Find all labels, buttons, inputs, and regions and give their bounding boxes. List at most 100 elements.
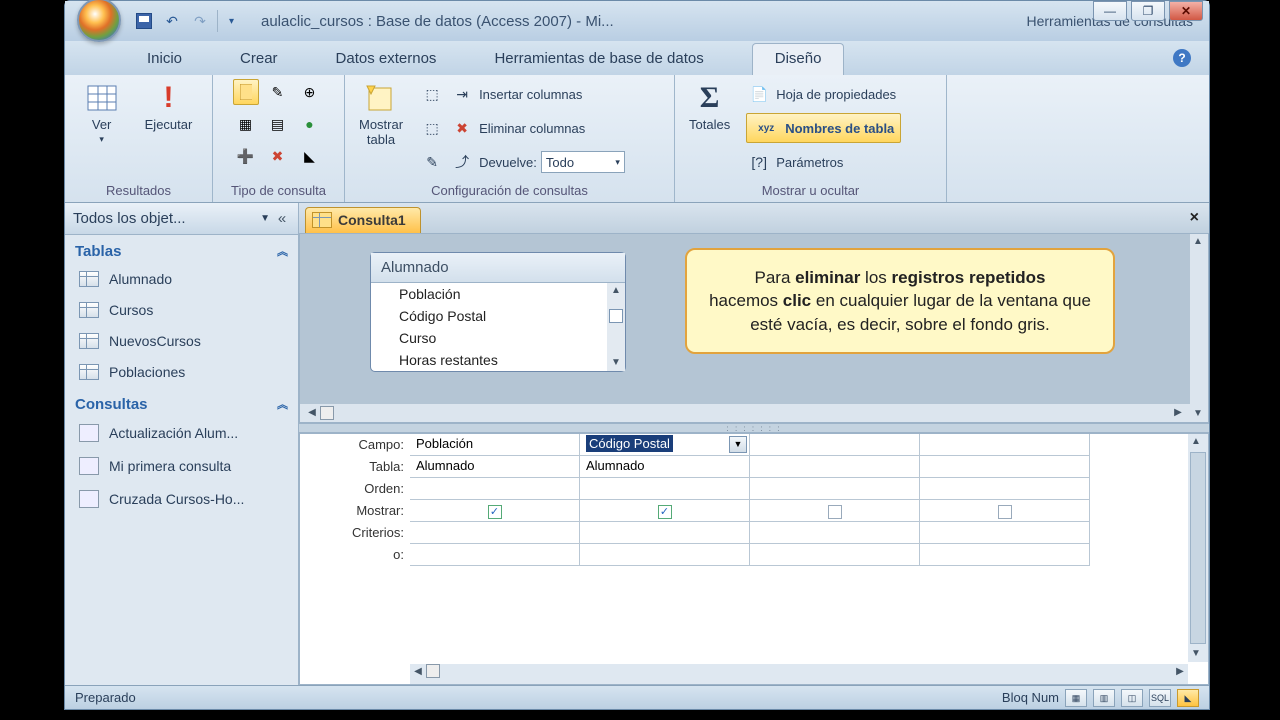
update-icon[interactable]: ▦ <box>233 111 259 137</box>
field-item[interactable]: Horas restantes <box>371 349 625 371</box>
parameters-button[interactable]: [?] Parámetros <box>746 147 901 177</box>
show-checkbox[interactable]: ✓ <box>658 505 672 519</box>
scroll-left-icon[interactable]: ◀ <box>304 405 320 421</box>
grid-cell[interactable] <box>750 544 920 566</box>
nav-table-item[interactable]: Poblaciones <box>65 357 298 388</box>
grid-cell[interactable] <box>750 522 920 544</box>
grid-cell[interactable]: ✓ <box>410 500 580 522</box>
return-select[interactable]: Todo ▾ <box>541 151 625 173</box>
show-checkbox[interactable] <box>828 505 842 519</box>
grid-cell[interactable]: Alumnado <box>580 456 750 478</box>
query-grid[interactable]: Campo: Tabla: Orden: Mostrar: Criterios:… <box>299 433 1209 685</box>
delete-query-icon[interactable]: ✖ <box>265 143 291 169</box>
nav-sec-queries[interactable]: Consultas ︽ <box>65 388 298 417</box>
close-button[interactable]: ✕ <box>1169 1 1203 21</box>
append-icon[interactable]: ⊕ <box>297 79 323 105</box>
scroll-down-icon[interactable]: ▼ <box>1188 646 1204 662</box>
hscroll-thumb[interactable] <box>320 406 334 420</box>
grid-cell[interactable] <box>920 478 1090 500</box>
passthrough-icon[interactable]: ● <box>297 111 323 137</box>
field-item[interactable]: Población <box>371 283 625 305</box>
delete-col-icon[interactable]: ✖ <box>449 115 475 141</box>
ddl-icon[interactable]: ◣ <box>297 143 323 169</box>
grid-vscroll[interactable]: ▲ ▼ <box>1188 434 1208 662</box>
scroll-down-icon[interactable]: ▼ <box>608 355 624 371</box>
delete-cols-label[interactable]: Eliminar columnas <box>479 121 585 136</box>
query-design-upper[interactable]: Alumnado PoblaciónCódigo PostalCursoHora… <box>299 233 1209 423</box>
grid-cell[interactable] <box>750 434 920 456</box>
make-table-icon[interactable]: ✎ <box>265 79 291 105</box>
property-sheet-button[interactable]: 📄 Hoja de propiedades <box>746 79 901 109</box>
qat-more-icon[interactable]: ▾ <box>217 10 239 32</box>
grid-cell[interactable]: ✓ <box>580 500 750 522</box>
grid-cell[interactable] <box>920 500 1090 522</box>
crosstab-icon[interactable]: ▤ <box>265 111 291 137</box>
scroll-right-icon[interactable]: ▶ <box>1172 664 1188 680</box>
tab-external-data[interactable]: Datos externos <box>326 44 447 75</box>
table-names-button[interactable]: xyz Nombres de tabla <box>746 113 901 143</box>
union-icon[interactable]: ➕ <box>233 143 259 169</box>
grid-cell[interactable]: Alumnado <box>410 456 580 478</box>
field-item[interactable]: Código Postal <box>371 305 625 327</box>
tab-db-tools[interactable]: Herramientas de base de datos <box>484 44 713 75</box>
show-checkbox[interactable] <box>998 505 1012 519</box>
redo-icon[interactable]: ↷ <box>189 10 211 32</box>
totals-button[interactable]: Σ Totales <box>683 79 736 134</box>
grid-cell[interactable] <box>580 544 750 566</box>
view-design-icon[interactable]: ◣ <box>1177 689 1199 707</box>
grid-cell[interactable] <box>410 522 580 544</box>
nav-table-item[interactable]: Cursos <box>65 295 298 326</box>
insert-row-icon[interactable]: ⬚ <box>419 81 445 107</box>
view-button[interactable]: Ver ▾ <box>79 79 125 147</box>
nav-query-item[interactable]: Actualización Alum... <box>65 417 298 450</box>
close-doc-icon[interactable]: × <box>1190 209 1199 227</box>
grid-cell[interactable] <box>580 478 750 500</box>
grid-hscroll[interactable]: ◀ ▶ <box>410 664 1188 684</box>
grid-cell[interactable]: Población <box>410 434 580 456</box>
view-datasheet-icon[interactable]: ▦ <box>1065 689 1087 707</box>
scroll-down-icon[interactable]: ▼ <box>1190 406 1206 422</box>
maximize-button[interactable]: ❐ <box>1131 1 1165 21</box>
grid-cell[interactable] <box>750 478 920 500</box>
scroll-up-icon[interactable]: ▲ <box>608 283 624 299</box>
nav-sec-tables[interactable]: Tablas ︽ <box>65 235 298 264</box>
field-item[interactable]: Curso <box>371 327 625 349</box>
insert-cols-label[interactable]: Insertar columnas <box>479 87 582 102</box>
upper-hscroll[interactable]: ◀ ▶ <box>300 404 1190 422</box>
grid-cell[interactable] <box>410 478 580 500</box>
scroll-thumb[interactable] <box>1190 452 1206 644</box>
collapse-pane-icon[interactable]: « <box>274 210 290 227</box>
view-pivot-icon[interactable]: ▥ <box>1093 689 1115 707</box>
builder-icon[interactable]: ✎ <box>419 149 445 175</box>
run-button[interactable]: ! Ejecutar <box>139 79 199 134</box>
office-button[interactable] <box>77 0 121 42</box>
show-checkbox[interactable]: ✓ <box>488 505 502 519</box>
nav-table-item[interactable]: Alumnado <box>65 264 298 295</box>
view-sql-button[interactable]: SQL <box>1149 689 1171 707</box>
tab-home[interactable]: Inicio <box>137 44 192 75</box>
nav-query-item[interactable]: Mi primera consulta <box>65 450 298 483</box>
nav-header[interactable]: Todos los objet... ▼ « <box>65 203 298 235</box>
tab-create[interactable]: Crear <box>230 44 288 75</box>
doc-tab-consulta1[interactable]: Consulta1 <box>305 207 421 233</box>
grid-cell[interactable] <box>410 544 580 566</box>
scroll-left-icon[interactable]: ◀ <box>410 664 426 680</box>
table-box-alumnado[interactable]: Alumnado PoblaciónCódigo PostalCursoHora… <box>370 252 626 372</box>
scroll-right-icon[interactable]: ▶ <box>1170 405 1186 421</box>
minimize-button[interactable]: — <box>1093 1 1127 21</box>
show-table-button[interactable]: Mostrar tabla <box>353 79 409 149</box>
return-icon[interactable]: ⤴ <box>449 149 475 175</box>
delete-row-icon[interactable]: ⬚ <box>419 115 445 141</box>
select-query-icon[interactable] <box>233 79 259 105</box>
grid-cell[interactable] <box>750 456 920 478</box>
grid-cell[interactable] <box>750 500 920 522</box>
dropdown-icon[interactable]: ▼ <box>729 436 747 453</box>
save-icon[interactable] <box>133 10 155 32</box>
scroll-up-icon[interactable]: ▲ <box>1190 234 1206 250</box>
help-icon[interactable]: ? <box>1173 49 1191 67</box>
nav-table-item[interactable]: NuevosCursos <box>65 326 298 357</box>
field-scrollbar[interactable]: ▲ ▼ <box>607 283 625 371</box>
hscroll-thumb[interactable] <box>426 664 440 678</box>
scroll-up-icon[interactable]: ▲ <box>1188 434 1204 450</box>
grid-cell[interactable] <box>920 434 1090 456</box>
